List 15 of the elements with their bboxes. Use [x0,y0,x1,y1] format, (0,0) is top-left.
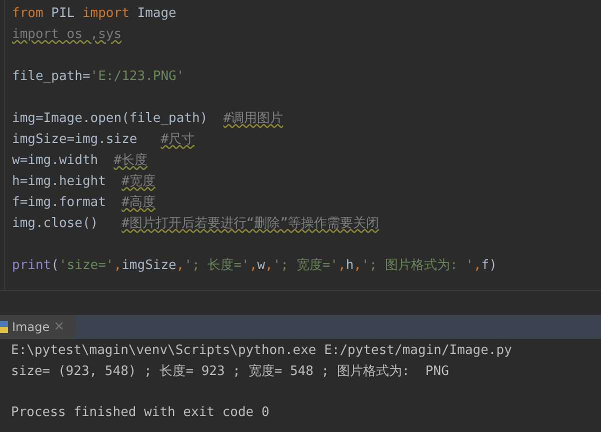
console-line: E:\pytest\magin\venv\Scripts\python.exe E:/pytest/magin/Image.py [11,342,513,360]
tab-label: Image [12,319,50,336]
console-line: Process finished with exit code 0 [11,404,270,422]
code-line: img.close() #图片打开后若要进行“删除”等操作需要关闭 [11,215,380,233]
run-tab[interactable]: Image × [0,315,74,339]
code-line: img=Image.open(file_path) #调用图片 [11,110,284,128]
console-line: size= (923, 548) ; 长度= 923 ; 宽度= 548 ; 图片格式为: PNG [11,362,450,380]
code-line: import os ,sys [11,26,123,44]
code-line: f=img.format #高度 [11,194,156,212]
code-line: file_path='E:/123.PNG' [11,68,186,86]
code-line: from PIL import Image [11,5,178,23]
code-line: w=img.width #长度 [11,152,149,170]
code-line: h=img.height #宽度 [11,173,156,191]
code-line: print('size=',imgSize,'; 长度=',w,'; 宽度=',h,'; 图片格式为: ',f) [11,257,498,275]
code-line: imgSize=img.size #尺寸 [11,131,196,149]
